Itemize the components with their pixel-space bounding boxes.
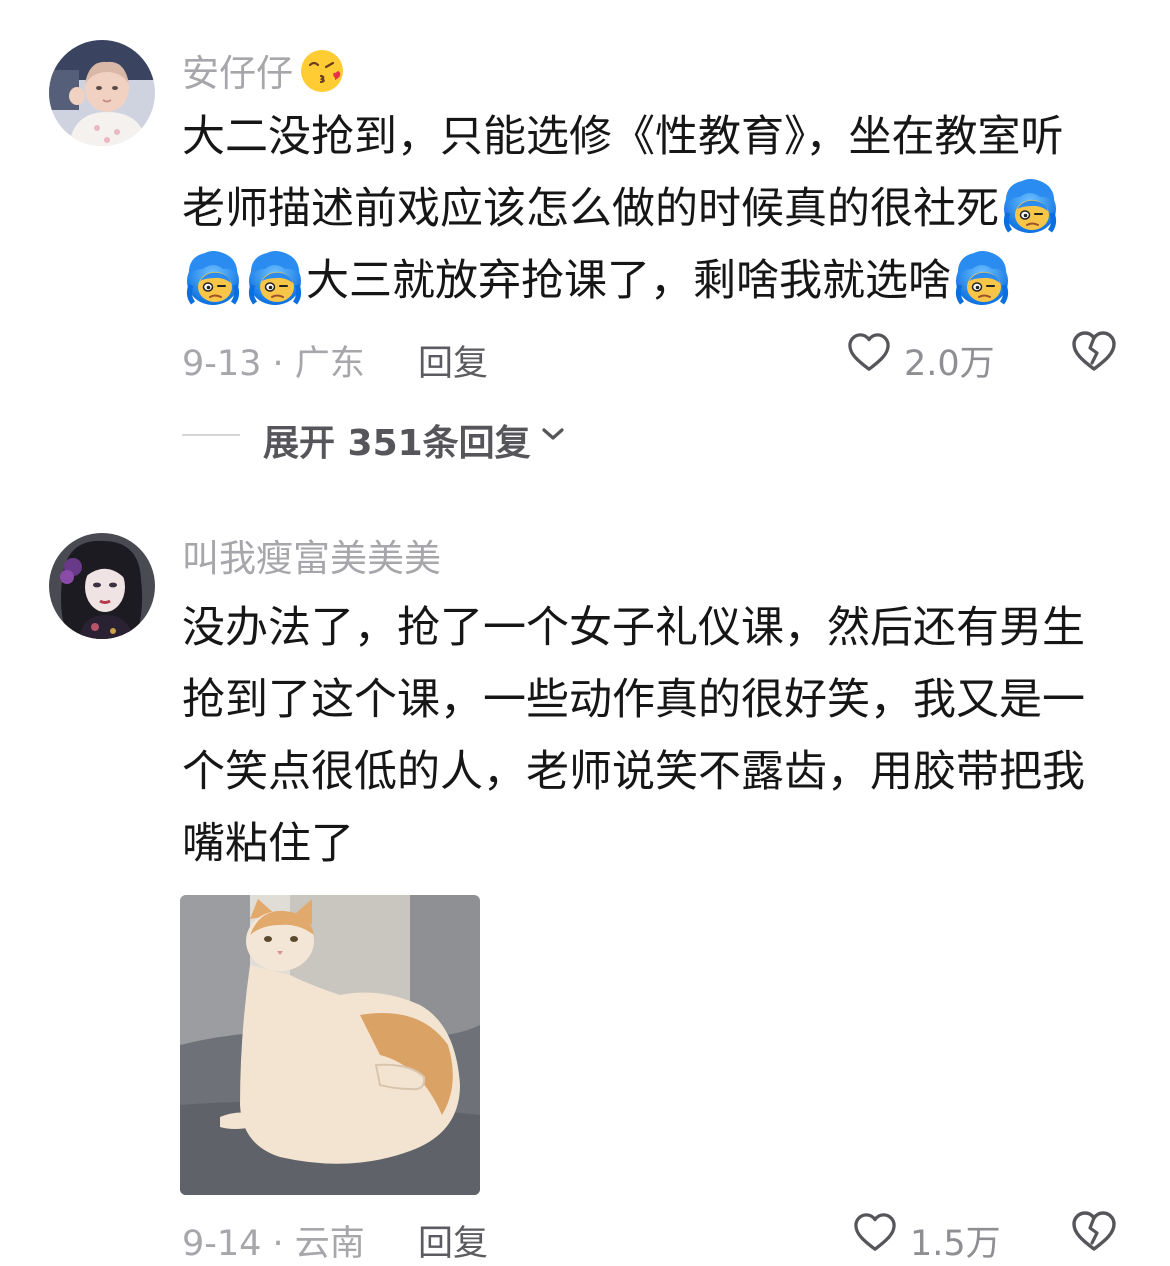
blue-hair-awkward-emoji-icon (1000, 175, 1060, 235)
username[interactable]: 叫我瘦富美美美 (182, 540, 441, 577)
comment-meta: 9-14 · 云南 回复 1.5万 (182, 1207, 1122, 1264)
date-location: 9-14 · 云南 (182, 1224, 365, 1264)
comment-line: 老师描述前戏应该怎么做的时候真的很社死 (182, 173, 1112, 245)
blue-hair-awkward-emoji-icon (952, 247, 1012, 307)
cat-photo[interactable] (180, 895, 480, 1195)
date-location: 9-13 · 广东 (182, 344, 365, 384)
like-count: 1.5万 (910, 1224, 1001, 1264)
comment-line: 个笑点很低的人，老师说笑不露齿，用胶带把我 (182, 747, 1085, 797)
avatar[interactable] (49, 40, 155, 146)
comment-line: 没办法了，抢了一个女子礼仪课，然后还有男生 (182, 603, 1085, 653)
avatar[interactable] (49, 533, 155, 639)
broken-heart-icon[interactable] (1070, 329, 1118, 373)
comment-text: 大二没抢到，只能选修《性教育》，坐在教室听 老师描述前戏应该怎么做的时候真的很社… (182, 101, 1112, 317)
comment-item: 叫我瘦富美美美 没办法了，抢了一个女子礼仪课，然后还有男生 抢到了这个课，一些动… (0, 500, 1170, 1264)
reply-button[interactable]: 回复 (418, 335, 488, 386)
expand-replies-button[interactable]: 展开 351条回复 (182, 412, 682, 464)
chevron-down-icon (542, 428, 564, 440)
comment-line: 嘴粘住了 (182, 819, 354, 869)
reply-button[interactable]: 回复 (418, 1215, 488, 1266)
comment-meta: 9-13 · 广东 回复 2.0万 (182, 327, 1122, 384)
blue-hair-awkward-emoji-icon (183, 247, 243, 307)
comment-line-text: 老师描述前戏应该怎么做的时候真的很社死 (182, 184, 999, 234)
heart-icon (846, 331, 892, 373)
comment-line: 抢到了这个课，一些动作真的很好笑，我又是一 (182, 675, 1085, 725)
username[interactable]: 安仔仔 (182, 48, 345, 94)
comment-text: 没办法了，抢了一个女子礼仪课，然后还有男生 抢到了这个课，一些动作真的很好笑，我… (182, 592, 1112, 880)
divider (182, 434, 240, 436)
comment-item: 安仔仔 大二没抢到，只能选修《性教育》，坐在教室听 老师描述前戏应该怎么做的时候… (0, 0, 1170, 500)
heart-icon (852, 1211, 898, 1253)
username-text: 安仔仔 (182, 52, 293, 95)
comment-line: 大三就放弃抢课了，剩啥我就选啥 (182, 245, 1112, 317)
expand-replies-label: 展开 351条回复 (263, 423, 531, 464)
blue-hair-awkward-emoji-icon (245, 247, 305, 307)
broken-heart-icon[interactable] (1070, 1209, 1118, 1253)
comment-line: 大二没抢到，只能选修《性教育》，坐在教室听 (182, 112, 1064, 162)
kiss-face-emoji-icon (301, 50, 343, 92)
comment-line-text: 大三就放弃抢课了，剩啥我就选啥 (306, 256, 951, 306)
like-count: 2.0万 (904, 344, 995, 384)
